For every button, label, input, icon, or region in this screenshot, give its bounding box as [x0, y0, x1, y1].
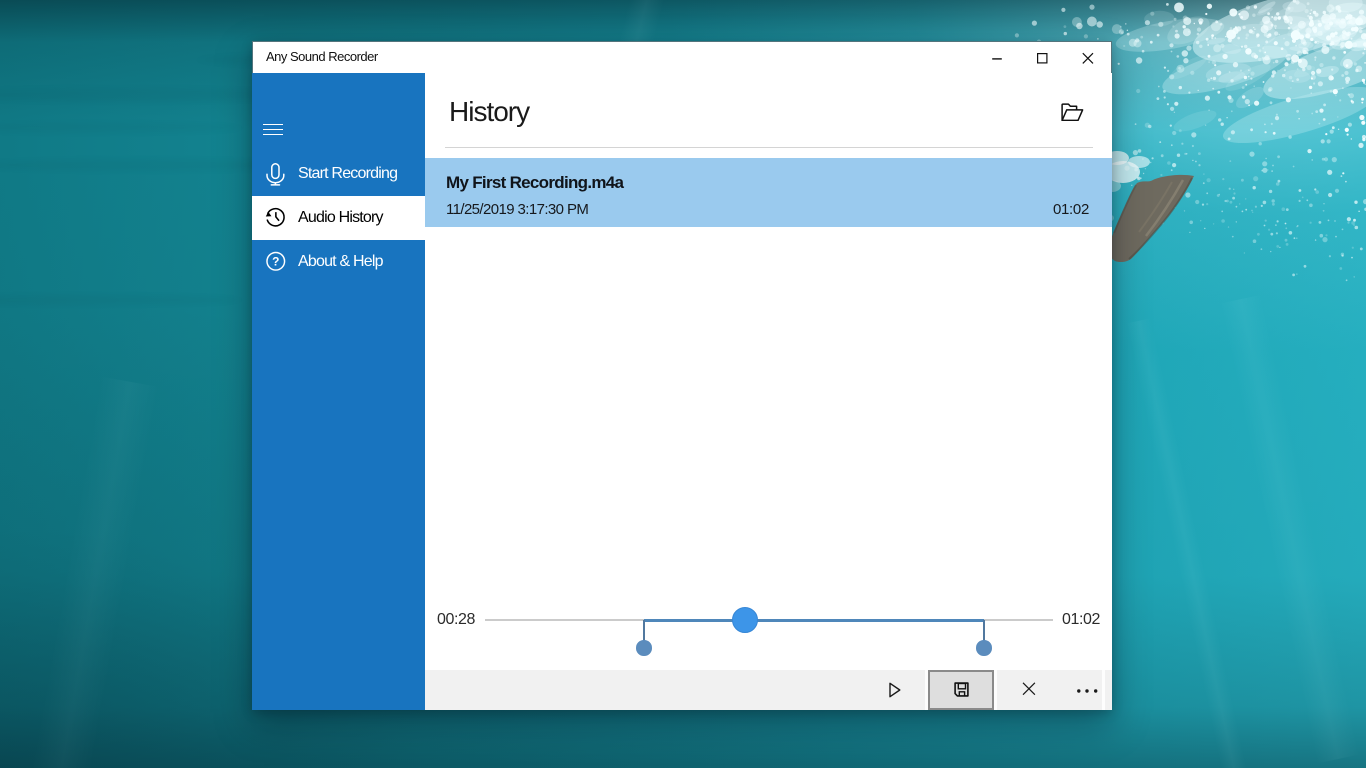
svg-text:?: ? — [272, 254, 279, 268]
